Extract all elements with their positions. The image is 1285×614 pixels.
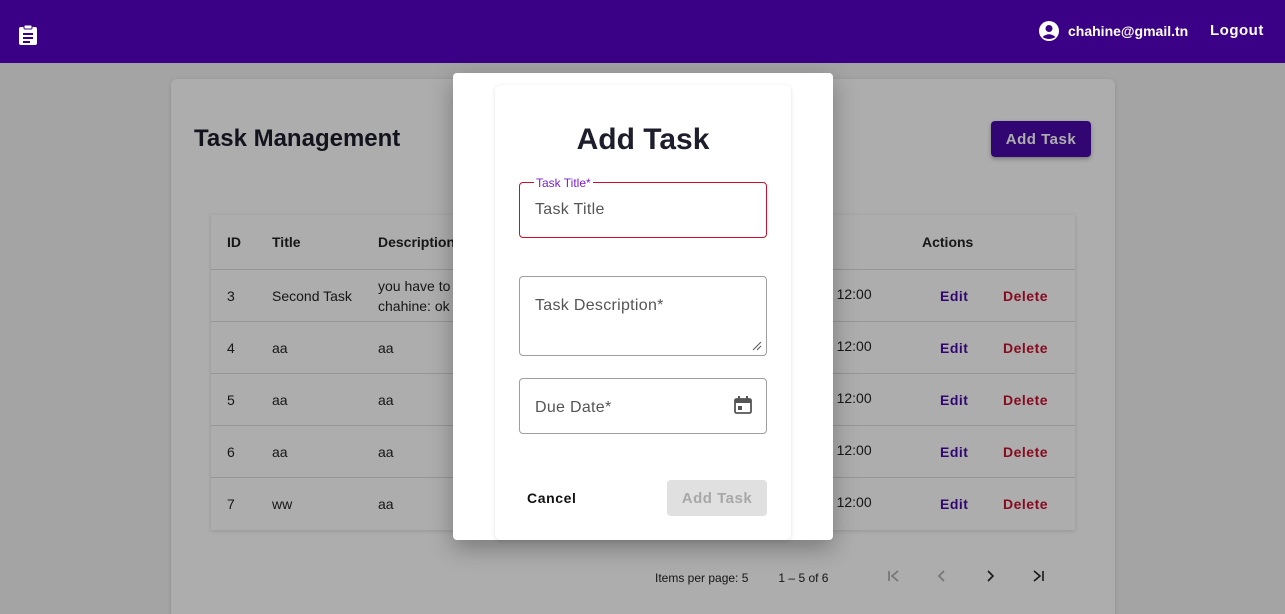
- logout-button[interactable]: Logout: [1210, 22, 1264, 39]
- add-task-dialog: Add Task Task Title* Task Title Task Des…: [453, 73, 833, 540]
- submit-add-task-button[interactable]: Add Task: [667, 480, 767, 516]
- task-description-placeholder: Task Description*: [535, 297, 664, 314]
- due-date-field[interactable]: Due Date*: [519, 378, 767, 434]
- user-info: chahine@gmail.tn: [1038, 20, 1188, 42]
- cancel-button[interactable]: Cancel: [527, 490, 577, 506]
- calendar-icon[interactable]: [733, 395, 753, 415]
- task-title-field[interactable]: Task Title* Task Title: [519, 177, 767, 238]
- task-title-label: Task Title*: [534, 176, 593, 190]
- dialog-title: Add Task: [576, 123, 710, 156]
- clipboard-icon[interactable]: [18, 24, 38, 46]
- task-title-placeholder: Task Title: [535, 201, 605, 218]
- top-app-bar: chahine@gmail.tn Logout: [0, 0, 1285, 63]
- account-circle-icon: [1039, 21, 1059, 41]
- task-description-field[interactable]: Task Description*: [519, 276, 767, 356]
- user-email: chahine@gmail.tn: [1068, 23, 1189, 39]
- due-date-placeholder: Due Date*: [535, 399, 612, 416]
- resize-grip-icon[interactable]: [752, 341, 762, 351]
